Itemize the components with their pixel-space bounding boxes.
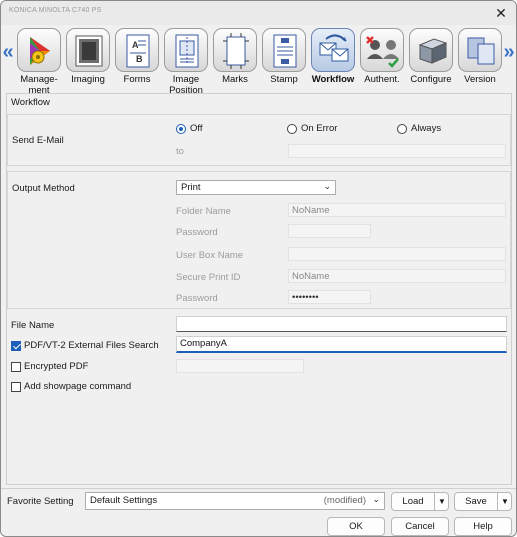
secure-print-id-label: Secure Print ID [176, 272, 241, 283]
image-position-icon [164, 28, 208, 72]
tab-version[interactable]: Version [457, 28, 503, 90]
pdf-vt2-search-checkbox[interactable]: PDF/VT-2 External Files Search [11, 340, 159, 351]
output-method-value: Print [181, 182, 201, 193]
section-title: Workflow [11, 97, 50, 108]
tab-workflow-label: Workflow [311, 74, 355, 85]
help-button[interactable]: Help [454, 517, 512, 536]
imaging-icon [66, 28, 110, 72]
authentication-icon [360, 28, 404, 72]
email-to-field[interactable] [288, 144, 506, 158]
scroll-right-icon[interactable]: » [502, 41, 516, 65]
scroll-left-icon[interactable]: « [1, 41, 15, 65]
radio-off-indicator [176, 123, 186, 134]
configure-icon [409, 28, 453, 72]
user-box-name-label: User Box Name [176, 250, 244, 261]
chevron-down-icon: ⌄ [323, 181, 331, 191]
radio-off-label: Off [190, 123, 203, 134]
encrypted-pdf-label: Encrypted PDF [24, 361, 89, 372]
tab-imaging-label: Imaging [71, 74, 105, 85]
marks-icon [213, 28, 257, 72]
tab-forms[interactable]: A B Forms [114, 28, 160, 90]
tab-marks[interactable]: Marks [212, 28, 258, 90]
tab-authentication-label: Authent. [364, 74, 400, 85]
window-title: KONICA MINOLTA C740 PS [9, 7, 102, 14]
output-method-group: Output Method Print ⌄ Folder Name NoName… [7, 171, 511, 309]
favorite-setting-label: Favorite Setting [7, 496, 74, 507]
radio-off[interactable]: Off [176, 123, 203, 134]
folder-name-field[interactable]: NoName [288, 203, 506, 217]
tab-version-label: Version [464, 74, 496, 85]
email-to-label: to [176, 146, 184, 157]
tab-configure-label: Configure [410, 74, 452, 85]
save-button[interactable]: Save ▼ [454, 492, 512, 511]
tab-imaging[interactable]: Imaging [65, 28, 111, 90]
save-label: Save [465, 496, 487, 507]
tab-forms-label: Forms [123, 74, 151, 85]
output-method-select[interactable]: Print ⌄ [176, 180, 336, 195]
file-name-label: File Name [11, 320, 55, 331]
secure-password-label: Password [176, 293, 218, 304]
radio-always-indicator [397, 123, 407, 134]
checkbox-unchecked-icon [11, 381, 21, 392]
showpage-checkbox[interactable]: Add showpage command [11, 381, 131, 392]
radio-always[interactable]: Always [397, 123, 441, 134]
tab-management[interactable]: Manage- ment [16, 28, 62, 96]
password-field[interactable] [288, 224, 371, 238]
tab-marks-label: Marks [222, 74, 248, 85]
svg-text:B: B [136, 54, 143, 64]
ok-button[interactable]: OK [327, 517, 385, 536]
version-icon [458, 28, 502, 72]
close-icon[interactable]: ✕ [492, 4, 510, 22]
stamp-icon [262, 28, 306, 72]
management-icon [17, 28, 61, 72]
secure-password-field[interactable]: •••••••• [288, 290, 371, 304]
workflow-icon [311, 28, 355, 72]
favorite-setting-value: Default Settings [90, 495, 158, 506]
file-name-field[interactable] [176, 316, 507, 332]
encrypted-pdf-checkbox[interactable]: Encrypted PDF [11, 361, 88, 372]
chevron-down-icon: ⌄ [372, 494, 380, 504]
tab-image-position[interactable]: Image Position [163, 28, 209, 96]
tab-stamp-label: Stamp [270, 74, 298, 85]
pdf-vt2-search-field[interactable]: CompanyA [176, 336, 507, 353]
cancel-button[interactable]: Cancel [391, 517, 449, 536]
user-box-name-field[interactable] [288, 247, 506, 261]
send-email-group: Send E-Mail Off On Error Always to [7, 114, 511, 166]
output-method-label: Output Method [12, 183, 75, 194]
favorite-setting-select[interactable]: Default Settings (modified) ⌄ [85, 492, 385, 510]
password-label: Password [176, 227, 218, 238]
save-dropdown-icon[interactable]: ▼ [497, 493, 512, 510]
encrypted-pdf-field[interactable] [176, 359, 304, 373]
radio-on-error-label: On Error [301, 123, 338, 134]
checkbox-checked-icon [11, 340, 21, 351]
svg-text:A: A [132, 40, 139, 50]
folder-name-label: Folder Name [176, 206, 231, 217]
tab-workflow[interactable]: Workflow [310, 28, 356, 90]
showpage-label: Add showpage command [24, 381, 132, 392]
tab-bar: « Manage- ment Imaging A B Forms Image P… [1, 26, 516, 96]
pdf-vt2-search-label: PDF/VT-2 External Files Search [24, 340, 159, 351]
modified-indicator: (modified) [323, 495, 366, 506]
radio-on-error-indicator [287, 123, 297, 134]
separator [1, 488, 516, 489]
send-email-label: Send E-Mail [12, 135, 64, 146]
tab-stamp[interactable]: Stamp [261, 28, 307, 90]
tab-authentication[interactable]: Authent. [359, 28, 405, 90]
load-button[interactable]: Load ▼ [391, 492, 449, 511]
printer-settings-dialog: KONICA MINOLTA C740 PS ✕ « Manage- ment [0, 0, 517, 537]
load-label: Load [402, 496, 424, 507]
secure-print-id-field[interactable]: NoName [288, 269, 506, 283]
tab-configure[interactable]: Configure [408, 28, 454, 90]
forms-icon: A B [115, 28, 159, 72]
load-dropdown-icon[interactable]: ▼ [434, 493, 449, 510]
title-bar: KONICA MINOLTA C740 PS ✕ [1, 1, 516, 25]
radio-on-error[interactable]: On Error [287, 123, 337, 134]
checkbox-unchecked-icon [11, 361, 21, 372]
radio-always-label: Always [411, 123, 442, 134]
